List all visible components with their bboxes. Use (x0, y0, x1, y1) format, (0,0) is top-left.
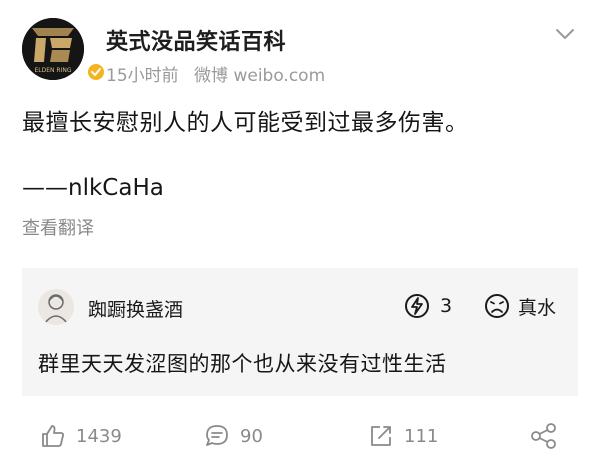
post-meta: 15小时前 微博 weibo.com (106, 61, 335, 86)
chevron-down-icon[interactable] (554, 26, 576, 40)
thumbs-up-icon (42, 425, 64, 447)
share-button[interactable] (530, 418, 558, 454)
commenter-avatar[interactable] (38, 289, 74, 325)
sad-reaction-label: 真水 (518, 296, 557, 319)
post-action-bar: 1439 90 111 (22, 418, 582, 454)
post-signature: ——nlkCaHa (22, 175, 164, 201)
author-name[interactable]: 英式没品笑话百科 (106, 24, 286, 56)
translate-link[interactable]: 查看翻译 (22, 214, 94, 240)
repost-count: 111 (404, 425, 439, 447)
bolt-reaction-icon (405, 294, 429, 318)
post-header: ELDEN RING 英式没品笑话百科 15小时前 微博 weibo.com (22, 18, 582, 86)
repost-icon (371, 426, 391, 446)
sad-reaction-button[interactable]: 真水 (484, 292, 556, 320)
repost-button[interactable]: 111 (368, 418, 438, 454)
post-time: 15小时前 (106, 66, 179, 86)
verified-badge-icon (86, 62, 106, 82)
svg-text:ELDEN RING: ELDEN RING (34, 67, 71, 74)
comment-bubble-icon (206, 425, 228, 446)
share-icon (531, 423, 556, 449)
author-avatar[interactable]: ELDEN RING (22, 18, 84, 80)
post-body-text: 最擅长安慰别人的人可能受到过最多伤害。 (22, 110, 469, 136)
bolt-reaction-button[interactable]: 3 (404, 292, 452, 320)
like-count: 1439 (76, 425, 122, 447)
comment-count: 90 (240, 425, 263, 447)
post-source: 微博 weibo.com (194, 66, 326, 86)
commenter-name[interactable]: 踟蹰换盏酒 (88, 295, 183, 322)
sad-face-icon (485, 294, 509, 318)
like-button[interactable]: 1439 (40, 418, 122, 454)
featured-comment[interactable]: 踟蹰换盏酒 3 真水 群里天天发涩图的那个也从来没有过性生活 (22, 268, 578, 396)
comment-text: 群里天天发涩图的那个也从来没有过性生活 (38, 352, 447, 376)
bolt-reaction-count: 3 (440, 295, 453, 317)
comment-button[interactable]: 90 (204, 418, 263, 454)
